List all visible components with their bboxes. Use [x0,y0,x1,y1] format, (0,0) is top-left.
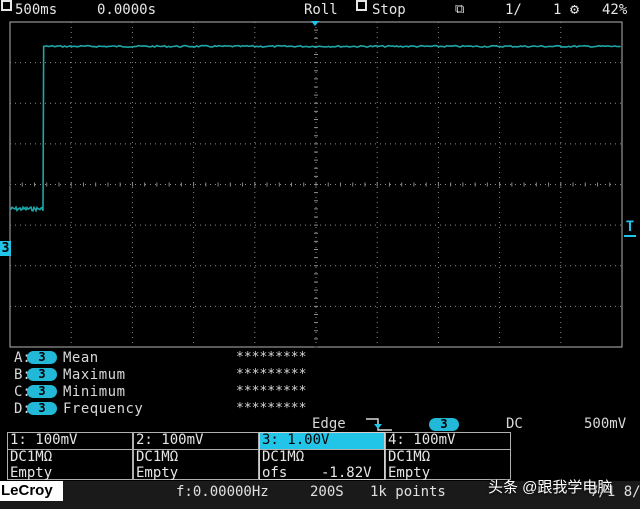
measurement-slot-label: D: [14,401,31,417]
sample-rate: 200S [310,484,344,500]
delay-value[interactable]: 0.0000s [97,0,156,20]
trigger-level-marker[interactable]: T [624,219,636,237]
measurement-name: Mean [63,350,99,366]
channel-coupling: DC1MΩ [10,449,53,465]
measurement-name: Frequency [63,401,144,417]
trigger-position-marker[interactable] [311,21,319,26]
measurement-row[interactable]: B: 3 Maximum ********* [14,367,306,383]
gear-icon[interactable]: ⚙ [570,0,579,19]
measurement-row[interactable]: D: 3 Frequency ********* [14,401,306,417]
channel-scale: 4: 100mV [386,433,510,450]
measurement-slot-label: B: [14,367,31,383]
measurement-value: ********* [236,367,307,382]
status-bar: 500ms 0.0000s Roll Stop ⧉ 1/ 1 ⚙ 42% [0,0,640,20]
measurement-name: Minimum [63,384,126,400]
measurement-value: ********* [236,401,307,416]
trigger-settings[interactable]: Edge 3 DC 500mV [0,416,640,433]
channel-status: Empty [10,465,53,481]
channel-badge: 3 [27,402,57,415]
channel-badge: 3 [27,368,57,381]
checkbox-icon[interactable] [356,0,367,11]
waveform-display[interactable] [0,20,640,350]
measurement-value: ********* [236,384,307,399]
measurement-value: ********* [236,350,307,365]
channel-coupling: DC1MΩ [136,449,179,465]
trigger-type[interactable]: Edge [312,416,346,433]
measurement-slot-label: A: [14,350,31,366]
channel-2-box[interactable]: 2: 100mV DC1MΩ Empty [133,432,259,481]
measurement-slot-label: C: [14,384,31,400]
timebase-value[interactable]: 500ms [15,0,57,20]
trigger-coupling[interactable]: DC [506,416,523,433]
trigger-level[interactable]: 500mV [584,416,626,433]
run-state[interactable]: Stop [372,0,406,20]
measurement-row[interactable]: A: 3 Mean ********* [14,350,306,366]
channel-badge: 3 [27,385,57,398]
page-indicator: 1/ [505,2,522,18]
channel-3-box[interactable]: 3: 1.00V DC1MΩ ofs -1.82V [259,432,385,481]
channel-scale: 3: 1.00V [260,433,384,450]
channel-coupling: DC1MΩ [262,449,305,465]
timebase-icon [1,0,12,11]
channel-status: Empty [136,465,179,481]
measurement-name: Maximum [63,367,126,383]
watermark: 头条 @跟我学电脑 [488,479,613,496]
channel-1-box[interactable]: 1: 100mV DC1MΩ Empty [7,432,133,481]
channel-coupling: DC1MΩ [388,449,431,465]
channel-scale: 2: 100mV [134,433,258,450]
battery-level: 42% [602,2,628,18]
brand-logo: LeCroy [0,481,63,501]
channel-scale: 1: 100mV [8,433,132,450]
stack-icon[interactable]: ⧉ [455,0,464,20]
channel-badge: 3 [27,351,57,364]
trigger-channel-badge: 3 [429,418,459,431]
channel-4-box[interactable]: 4: 100mV DC1MΩ Empty [385,432,511,481]
record-length: 1k points [370,484,446,500]
measurement-row[interactable]: C: 3 Minimum ********* [14,384,306,400]
graticule[interactable] [0,20,640,350]
channel-status: ofs -1.82V [262,465,372,481]
channel-3-marker[interactable]: 3 [0,241,11,256]
page-total: 1 [553,2,562,18]
frequency-readout: f:0.00000Hz [176,484,269,500]
acquisition-mode[interactable]: Roll [304,0,338,20]
